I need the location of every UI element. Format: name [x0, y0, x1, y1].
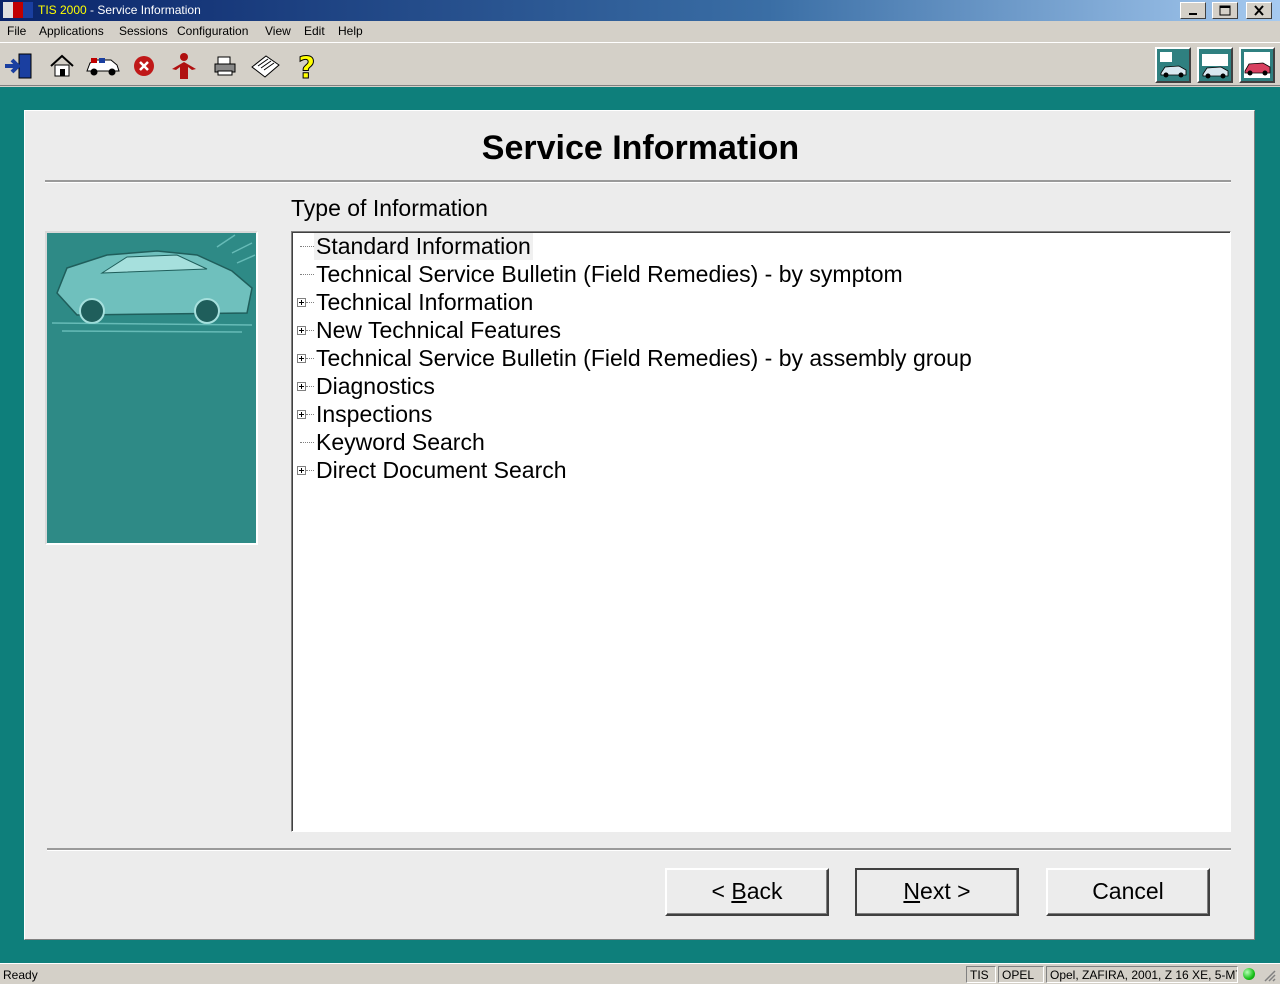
next-button-rest: ext >: [920, 878, 971, 904]
car-diagnosis-icon[interactable]: [1197, 47, 1233, 83]
tree-connector: [306, 330, 314, 331]
tree-item-label[interactable]: Technical Information: [314, 289, 535, 316]
car-info-icon[interactable]: [1155, 47, 1191, 83]
menu-view[interactable]: View: [265, 24, 291, 38]
exit-icon[interactable]: [3, 51, 33, 81]
tree-item-technical-information[interactable]: Technical Information: [292, 288, 1192, 316]
status-brand: OPEL: [998, 966, 1044, 983]
toolbar: ?: [0, 42, 1280, 87]
title-bar: TIS 2000 - Service Information: [0, 0, 1280, 21]
tree-connector: [306, 386, 314, 387]
notepad-icon[interactable]: [248, 51, 282, 81]
tree-item-tsb-by-symptom[interactable]: Technical Service Bulletin (Field Remedi…: [292, 260, 1192, 288]
back-button-rest: ack: [746, 878, 783, 904]
tree-item-new-technical-features[interactable]: New Technical Features: [292, 316, 1192, 344]
tree-item-label[interactable]: Technical Service Bulletin (Field Remedi…: [314, 261, 905, 288]
title-divider: [45, 180, 1231, 183]
buttons-divider: [47, 848, 1231, 851]
status-app: TIS: [966, 966, 996, 983]
tree-item-inspections[interactable]: Inspections: [292, 400, 1192, 428]
user-icon[interactable]: [167, 51, 201, 81]
close-button[interactable]: [1246, 2, 1272, 19]
expand-icon[interactable]: [297, 410, 306, 419]
minimize-icon: [1189, 13, 1197, 15]
status-bar: Ready TIS OPEL Opel, ZAFIRA, 2001, Z 16 …: [0, 963, 1280, 984]
maximize-button[interactable]: [1212, 2, 1238, 19]
window-title-app: TIS 2000: [38, 3, 87, 17]
connection-status-icon: [1243, 968, 1255, 980]
tree-item-label[interactable]: New Technical Features: [314, 317, 563, 344]
page-title: Service Information: [481, 129, 800, 167]
expand-icon[interactable]: [297, 354, 306, 363]
menu-edit[interactable]: Edit: [304, 24, 325, 38]
menu-help[interactable]: Help: [338, 24, 363, 38]
expand-icon[interactable]: [297, 326, 306, 335]
home-icon[interactable]: [47, 51, 77, 81]
tree-item-label[interactable]: Technical Service Bulletin (Field Remedi…: [314, 345, 974, 372]
window-title-rest: - Service Information: [86, 3, 201, 17]
minimize-button[interactable]: [1180, 2, 1206, 19]
menu-sessions[interactable]: Sessions: [119, 24, 168, 38]
stop-icon[interactable]: [129, 51, 159, 81]
tree-connector: [306, 302, 314, 303]
information-type-tree[interactable]: Standard Information Technical Service B…: [291, 231, 1231, 832]
tree-connector: [306, 358, 314, 359]
tree-item-label[interactable]: Diagnostics: [314, 373, 437, 400]
window-title: TIS 2000 - Service Information: [38, 3, 201, 17]
expand-icon[interactable]: [297, 298, 306, 307]
back-button[interactable]: < Back: [665, 868, 829, 916]
car-service-icon[interactable]: [1239, 47, 1275, 83]
back-button-prefix: <: [711, 878, 732, 904]
next-button-mnemonic: N: [903, 878, 921, 904]
car-illustration: [45, 231, 258, 545]
tree-connector: [306, 470, 314, 471]
tree-item-label[interactable]: Direct Document Search: [314, 457, 569, 484]
tree-item-label[interactable]: Inspections: [314, 401, 434, 428]
next-button[interactable]: Next >: [855, 868, 1019, 916]
tree-item-label[interactable]: Standard Information: [314, 233, 533, 260]
print-icon[interactable]: [210, 51, 240, 81]
tree-item-label[interactable]: Keyword Search: [314, 429, 487, 456]
tree-connector: [306, 414, 314, 415]
tree-item-standard-information[interactable]: Standard Information: [292, 232, 1192, 260]
menu-applications[interactable]: Applications: [39, 24, 104, 38]
tree-item-tsb-by-assembly-group[interactable]: Technical Service Bulletin (Field Remedi…: [292, 344, 1192, 372]
tree-connector: [300, 442, 314, 443]
tree-item-keyword-search[interactable]: Keyword Search: [292, 428, 1192, 456]
tree-item-direct-document-search[interactable]: Direct Document Search: [292, 456, 1192, 484]
status-text: Ready: [3, 968, 38, 982]
menu-file[interactable]: File: [7, 24, 26, 38]
help-icon[interactable]: ?: [292, 51, 322, 87]
expand-icon[interactable]: [297, 466, 306, 475]
menu-bar: File Applications Sessions Configuration…: [0, 21, 1280, 42]
svg-text:?: ?: [298, 51, 315, 81]
back-button-mnemonic: B: [731, 878, 747, 904]
tree-connector: [300, 246, 314, 247]
resize-grip-icon[interactable]: [1262, 968, 1276, 982]
cancel-button[interactable]: Cancel: [1046, 868, 1210, 916]
tree-connector: [300, 274, 314, 275]
status-vehicle: Opel, ZAFIRA, 2001, Z 16 XE, 5-MT: [1046, 966, 1238, 983]
menu-configuration[interactable]: Configuration: [177, 24, 248, 38]
service-information-panel: Service Information Type of Information …: [24, 110, 1255, 940]
tree-item-diagnostics[interactable]: Diagnostics: [292, 372, 1192, 400]
vehicle-select-icon[interactable]: [85, 51, 121, 81]
type-of-information-label: Type of Information: [291, 195, 488, 221]
app-logo-icon: [3, 2, 33, 18]
maximize-icon: [1219, 5, 1231, 16]
expand-icon[interactable]: [297, 382, 306, 391]
close-icon: [1254, 5, 1264, 16]
